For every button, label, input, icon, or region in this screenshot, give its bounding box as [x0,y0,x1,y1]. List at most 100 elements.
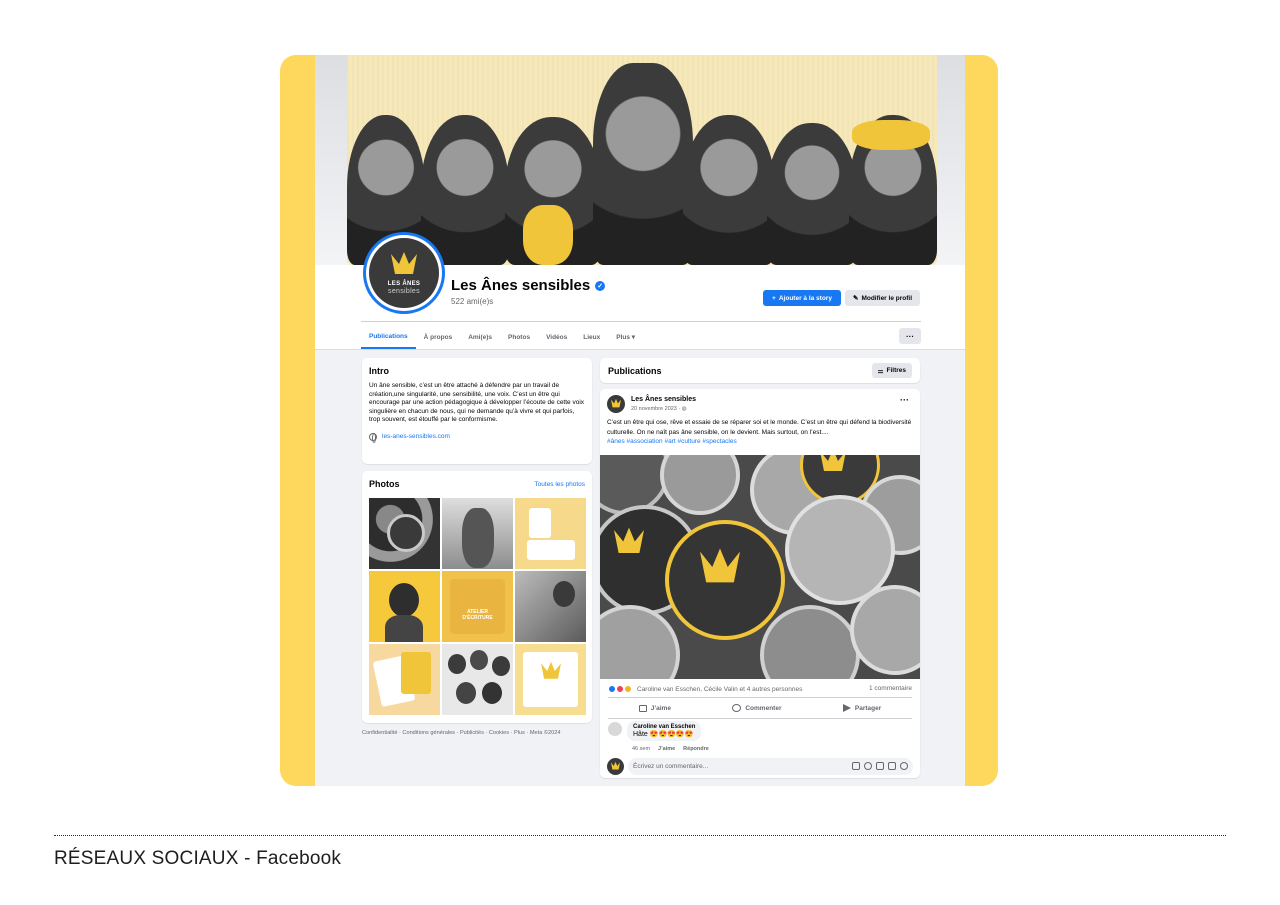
atelier-poster: ATELIER D'ÉCRITURE [450,579,505,634]
post-text: C’est un être qui ose, rêve et essaie de… [607,419,913,447]
tab-friends[interactable]: Ami(e)s [460,325,500,349]
photo-thumbnail[interactable] [369,644,440,715]
slide-caption: RÉSEAUX SOCIAUX - Facebook [54,848,342,869]
profile-avatar[interactable]: LES ÂNES sensibles [363,232,445,314]
sticker-icon[interactable] [852,762,860,770]
like-button[interactable]: J’aime [638,704,671,712]
care-reaction-icon [624,685,632,693]
cover-hat [852,120,930,150]
add-story-button[interactable]: + Ajouter à la story [763,290,841,306]
crown-icon [614,527,644,554]
friends-count[interactable]: 522 ami(e)s [451,297,493,306]
divider [608,718,912,719]
crown-icon [820,455,846,471]
emoji-icon[interactable] [864,762,872,770]
tab-places[interactable]: Lieux [575,325,608,349]
crown-icon [611,761,620,770]
cover-person-5 [767,123,857,265]
more-options-button[interactable]: ··· [899,328,921,344]
badge-graphic [660,455,740,515]
logo-text: LES ÂNES sensibles [387,281,421,295]
comment-bubble: Caroline van Esschen Hâte 😍😍😍😍😍 [627,721,702,741]
intro-text: Un âne sensible, c’est un être attaché à… [369,382,585,424]
page-name-text: Les Ânes sensibles [451,277,591,294]
crown-icon [611,398,621,408]
photo-thumbnail[interactable] [369,498,440,569]
thumbs-up-icon [638,704,647,712]
tab-photos[interactable]: Photos [500,325,538,349]
cover-photo[interactable] [347,55,937,265]
yellow-frame: LES ÂNES sensibles Les Ânes sensibles ✓ … [280,55,998,786]
cover-person-2 [421,115,509,265]
profile-tabs: Publications À propos Ami(e)s Photos Vid… [361,325,643,349]
intro-card: Intro Un âne sensible, c’est un être att… [362,358,592,464]
cover-donkey [593,63,693,265]
photo-thumbnail[interactable]: ATELIER D'ÉCRITURE [442,571,513,642]
dotted-divider [54,835,1226,836]
comment-reply-button[interactable]: Répondre [683,746,709,752]
tab-about[interactable]: À propos [416,325,461,349]
photo-thumbnail[interactable] [369,571,440,642]
header-shadow [315,349,965,350]
current-user-avatar [607,758,624,775]
avatar-sticker-icon[interactable] [900,762,908,770]
comment-meta: 46 sem J’aime Répondre [632,746,709,752]
website-link[interactable]: les-anes-sensibles.com [369,432,585,443]
comment-button[interactable]: Commenter [732,704,781,712]
photo-thumbnail[interactable] [515,498,586,569]
crown-icon [700,548,740,583]
tab-publications[interactable]: Publications [361,325,416,349]
post-hashtags[interactable]: #ânes #association #art #culture #specta… [607,437,913,447]
verified-badge-icon: ✓ [595,280,606,291]
comment-time[interactable]: 46 sem [632,746,650,752]
divider [608,697,912,698]
love-reaction-icon [616,685,624,693]
comment-icon [732,704,742,712]
footer-links[interactable]: Confidentialité · Conditions générales ·… [362,730,560,736]
cover-person-4 [683,115,775,265]
badge-graphic [760,605,860,679]
photo-thumbnail[interactable] [442,498,513,569]
post-image[interactable] [600,455,920,679]
logo: LES ÂNES sensibles [369,238,439,308]
crown-icon [391,252,417,274]
cover-scarf [523,205,573,265]
photos-card: Photos Toutes les photos ATELIER D'ÉCRIT… [362,471,592,723]
post-options-button[interactable]: ··· [900,395,909,405]
commenter-avatar[interactable] [608,722,622,736]
post-actions: J’aime Commenter Partager [608,699,912,717]
filter-icon: ⚌ [877,367,884,375]
divider [361,321,921,322]
page-title: Les Ânes sensibles ✓ [451,277,606,294]
camera-icon[interactable] [876,762,884,770]
tab-videos[interactable]: Vidéos [538,325,575,349]
globe-icon [369,432,377,443]
post-author[interactable]: Les Ânes sensibles [631,396,696,403]
comment-count[interactable]: 1 commentaire [869,685,912,692]
post-author-avatar[interactable] [607,395,625,413]
plus-icon: + [772,294,776,302]
share-icon [842,704,851,712]
photo-thumbnail[interactable] [442,644,513,715]
facebook-page: LES ÂNES sensibles Les Ânes sensibles ✓ … [315,55,965,786]
reactions-summary[interactable]: Caroline van Esschen, Cécile Valin et 4 … [608,685,802,693]
tab-more[interactable]: Plus ▾ [608,325,643,349]
see-all-photos-link[interactable]: Toutes les photos [534,481,585,488]
photo-thumbnail[interactable] [515,571,586,642]
edit-profile-button[interactable]: ✎ Modifier le profil [845,290,920,306]
comment-like-button[interactable]: J’aime [658,746,675,752]
badge-graphic [600,605,680,679]
gif-icon[interactable] [888,762,896,770]
comment-input[interactable]: Écrivez un commentaire... [628,758,913,775]
crown-icon [541,661,561,679]
pencil-icon: ✎ [852,295,859,302]
post-date[interactable]: 20 novembre 2023 · ◍ [631,406,687,412]
comment-text: Hâte 😍😍😍😍😍 [633,731,694,738]
share-button[interactable]: Partager [842,704,881,712]
filters-button[interactable]: ⚌ Filtres [871,363,912,378]
post-card: Les Ânes sensibles 20 novembre 2023 · ◍ … [600,389,920,778]
publications-title: Publications [608,365,662,376]
photo-grid: ATELIER D'ÉCRITURE [369,498,586,715]
photo-thumbnail[interactable] [515,644,586,715]
comment-input-icons [852,762,908,770]
